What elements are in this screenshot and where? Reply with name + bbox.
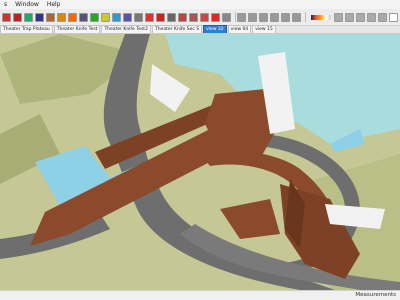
scene-tab[interactable]: view 04 [227,25,252,33]
orbit-icon[interactable] [134,12,143,22]
toolbar [0,9,400,26]
section-plane-icon[interactable] [178,12,187,22]
scale-icon[interactable] [35,12,44,22]
shadow-time-ramp[interactable] [310,14,332,20]
model-viewport[interactable] [0,34,400,290]
push-pull-icon[interactable] [46,12,55,22]
paint-bucket-icon[interactable] [189,12,198,22]
scene-tab[interactable]: view 15 [252,25,276,33]
tape-icon[interactable] [79,12,88,22]
scene-tab[interactable]: Theater Knife Sec S [151,25,203,33]
view-right-icon[interactable] [270,12,280,22]
rotate-icon[interactable] [24,12,33,22]
scene-tabs: Theater Trap Plateau Theater Knife Test Th… [0,25,400,34]
view-front-icon[interactable] [259,12,269,22]
view-back-icon[interactable] [281,12,291,22]
arrow-select-icon[interactable] [2,12,11,22]
menu-item-help[interactable]: Help [43,0,65,9]
scene-tab[interactable]: view 32 [203,25,227,33]
layers-icon[interactable] [222,12,231,22]
eraser-icon[interactable] [200,12,209,22]
view-top-icon[interactable] [248,12,258,22]
white-wedge [150,64,190,112]
measurements-label: Measurements [355,292,396,298]
style-wire-icon[interactable] [345,12,355,22]
structure-lower-wing [220,199,280,239]
axes-icon[interactable] [101,12,110,22]
protractor-icon[interactable] [90,12,99,22]
style-shaded-icon[interactable] [367,12,377,22]
follow-me-icon[interactable] [68,12,77,22]
menu-item-window[interactable]: Window [11,0,43,9]
scene-tab[interactable]: Theater Knife Test [53,25,101,33]
shadow-toggle-icon[interactable] [389,12,399,22]
style-xray-icon[interactable] [334,12,344,22]
zoom-icon[interactable] [156,12,165,22]
status-bar: Measurements [0,290,400,300]
style-textured-icon[interactable] [378,12,388,22]
menu-bar: s Window Help [0,0,400,9]
dimension-icon[interactable] [123,12,132,22]
pan-icon[interactable] [145,12,154,22]
style-hidden-icon[interactable] [356,12,366,22]
view-iso-icon[interactable] [237,12,247,22]
text-icon[interactable] [112,12,121,22]
move-icon[interactable] [13,12,22,22]
scene-tab[interactable]: Theater Knife Test2 [101,25,151,33]
view-left-icon[interactable] [292,12,302,22]
zoom-extents-icon[interactable] [167,12,176,22]
3d-scene[interactable] [0,34,400,290]
offset-icon[interactable] [57,12,66,22]
menu-item-edit[interactable]: s [0,0,11,9]
component-icon[interactable] [211,12,220,22]
scene-tab[interactable]: Theater Trap Plateau [0,25,53,33]
